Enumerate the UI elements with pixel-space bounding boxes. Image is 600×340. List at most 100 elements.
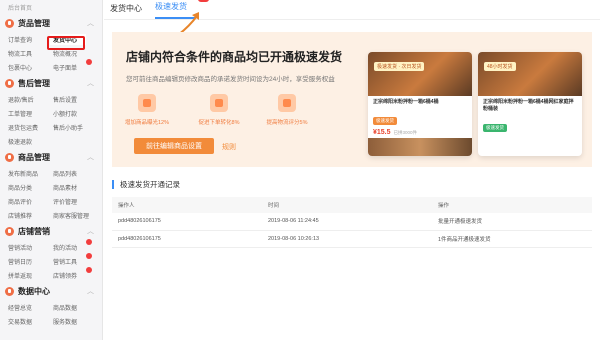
table-row: pdd48026106175 2019-08-06 11:24:45 批量开通极… — [112, 213, 592, 231]
app-root: 后台首页 货品管理 ︿ 订单查询 发货中心 物流工具 物流概况 包裹中心 电子面单 售后… — [0, 0, 600, 340]
notification-dot — [86, 266, 92, 273]
sidebar-item-product-data[interactable]: 商品数据 — [53, 303, 98, 312]
records-table: 操作人 时间 操作 pdd48026106175 2019-08-06 11:2… — [112, 197, 592, 248]
chevron-up-icon: ︿ — [87, 228, 94, 235]
tab-shipping-center[interactable]: 发货中心 — [110, 3, 150, 19]
cell-time: 2019-08-06 10:26:13 — [262, 230, 432, 248]
sidebar-section-title: 数据中心 — [18, 286, 50, 296]
sidebar: 后台首页 货品管理 ︿ 订单查询 发货中心 物流工具 物流概况 包裹中心 电子面单 售后… — [0, 0, 103, 340]
cell-action: 1件商品开通极速发货 — [432, 230, 592, 248]
product-title: 正宗绵阳米粉拌粉一箱6桶4桶 — [373, 99, 439, 105]
truck-icon — [210, 94, 228, 112]
sold-count: 已拼3000件 — [393, 130, 418, 135]
price-value: ¥15.5 — [373, 129, 391, 136]
column-header-time: 时间 — [262, 197, 432, 213]
sidebar-item-review-management[interactable]: 评价管理 — [53, 197, 98, 206]
product-icon — [5, 152, 14, 162]
sidebar-item-refund[interactable]: 退款/售后 — [8, 95, 53, 104]
sidebar-section-title: 货品管理 — [18, 18, 50, 28]
sidebar-item-service-data[interactable]: 服务数据 — [53, 317, 98, 326]
sidebar-item-fast-refund[interactable]: 极速退款 — [8, 137, 53, 146]
notification-dot — [86, 58, 92, 65]
sidebar-item-my-activities[interactable]: 我的活动 — [53, 238, 98, 252]
sidebar-item-product-reviews[interactable]: 商品评价 — [8, 197, 53, 206]
sidebar-item-product-category[interactable]: 商品分类 — [8, 183, 53, 192]
thumbs-up-icon — [138, 94, 156, 112]
sidebar-item-cashback[interactable]: 拼单返现 — [8, 271, 53, 280]
chevron-up-icon: ︿ — [87, 154, 94, 161]
sidebar-item-marketing-tools[interactable]: 营销工具 — [53, 252, 98, 266]
box-icon — [5, 18, 14, 28]
records-title: 极速发货开通记录 — [112, 180, 180, 189]
sidebar-item-return-freight[interactable]: 退货包运费 — [8, 123, 53, 132]
sidebar-item-product-assets[interactable]: 商品素材 — [53, 183, 98, 192]
sidebar-section-title: 店铺营销 — [18, 226, 50, 236]
product-title: 正宗绵阳米粉拌粉一箱6桶4桶网红家庭拌粉桶装 — [483, 99, 574, 112]
rules-link[interactable]: 规则 — [222, 142, 236, 152]
table-row: pdd48026106175 2019-08-06 10:26:13 1件商品开… — [112, 230, 592, 248]
sidebar-item-marketing-calendar[interactable]: 营销日历 — [8, 257, 53, 266]
sidebar-item-shop-coupons[interactable]: 店铺领券 — [53, 266, 98, 280]
edit-product-settings-button[interactable]: 前往编辑商品设置 — [134, 138, 214, 154]
promo-banner: 店铺内符合条件的商品均已开通极速发货 您可前往商品编辑页修改商品的承诺发货时间设… — [112, 32, 592, 167]
notification-dot — [86, 252, 92, 259]
product-image: 极速发货 · 次日发货 — [368, 52, 472, 96]
chart-icon — [5, 286, 14, 296]
shipping-tag: 48小时发货 — [484, 62, 516, 71]
feature-logistics-score: 提高物流评分5% — [258, 94, 316, 126]
megaphone-icon — [5, 226, 14, 236]
sidebar-item-product-list[interactable]: 商品列表 — [53, 169, 98, 178]
product-price: ¥15.5 已拼3000件 — [368, 127, 472, 138]
sidebar-item-new-product[interactable]: 发布新商品 — [8, 169, 53, 178]
sidebar-item-package-center[interactable]: 包裹中心 — [8, 63, 53, 72]
chevron-up-icon: ︿ — [87, 20, 94, 27]
new-badge: new — [197, 0, 209, 2]
sidebar-section-data[interactable]: 数据中心 ︿ — [0, 282, 102, 300]
sidebar-item-shop-recommend[interactable]: 店铺推荐 — [8, 211, 53, 220]
star-icon — [278, 94, 296, 112]
chevron-up-icon: ︿ — [87, 80, 94, 87]
banner-title: 店铺内符合条件的商品均已开通极速发货 — [126, 50, 343, 64]
fast-shipping-badge: 极速发货 — [373, 117, 397, 125]
sidebar-item-customer-service[interactable]: 商家客服管理 — [53, 211, 98, 220]
product-image: 48小时发货 — [478, 52, 582, 96]
sidebar-item-marketing-activities[interactable]: 营销活动 — [8, 243, 53, 252]
feature-conversion: 促进下单转化8% — [190, 94, 248, 126]
cell-operator: pdd48026106175 — [112, 230, 262, 248]
shipping-tag: 极速发货 · 次日发货 — [374, 62, 425, 71]
sidebar-item-tickets[interactable]: 工单管理 — [8, 109, 53, 118]
notification-dot — [86, 238, 92, 245]
chevron-up-icon: ︿ — [87, 288, 94, 295]
banner-subtitle: 您可前往商品编辑页修改商品的承诺发货时间设为24小时，享受服务权益 — [126, 76, 335, 83]
sidebar-section-title: 售后管理 — [18, 78, 50, 88]
feature-label: 提高物流评分5% — [266, 120, 308, 126]
sidebar-item-e-waybill[interactable]: 电子面单 — [53, 58, 98, 72]
cell-action: 批量开通极速发货 — [432, 213, 592, 231]
product-card: 48小时发货 正宗绵阳米粉拌粉一箱6桶4桶网红家庭拌粉桶装 极速发货 — [478, 52, 582, 156]
product-card: 极速发货 · 次日发货 正宗绵阳米粉拌粉一箱6桶4桶 极速发货 ¥15.5 已拼3… — [368, 52, 472, 156]
sidebar-section-aftersale[interactable]: 售后管理 ︿ — [0, 74, 102, 92]
sidebar-home-link[interactable]: 后台首页 — [0, 0, 102, 14]
column-header-action: 操作 — [432, 197, 592, 213]
column-header-operator: 操作人 — [112, 197, 262, 213]
sidebar-item-logistics-tools[interactable]: 物流工具 — [8, 49, 53, 58]
highlight-box — [47, 36, 85, 50]
feature-exposure: 增加商品曝光12% — [118, 94, 176, 126]
sidebar-section-marketing[interactable]: 店铺营销 ︿ — [0, 222, 102, 240]
sidebar-item-small-payment[interactable]: 小额打款 — [53, 109, 98, 118]
cell-operator: pdd48026106175 — [112, 213, 262, 231]
sidebar-section-products[interactable]: 商品管理 ︿ — [0, 148, 102, 166]
feature-label: 促进下单转化8% — [198, 120, 240, 126]
feature-label: 增加商品曝光12% — [124, 120, 169, 126]
sidebar-section-goods[interactable]: 货品管理 ︿ — [0, 14, 102, 32]
product-image-strip — [368, 138, 472, 156]
fast-shipping-badge: 极速发货 — [483, 124, 507, 132]
sidebar-item-trade-data[interactable]: 交易数据 — [8, 317, 53, 326]
refund-icon — [5, 78, 14, 88]
sidebar-item-overview[interactable]: 经营总览 — [8, 303, 53, 312]
main-content: 发货中心 极速发货 new 店铺内符合条件的商品均已开通极速发货 您可前往商品编辑… — [104, 0, 600, 340]
sidebar-item-aftersale-settings[interactable]: 售后设置 — [53, 95, 98, 104]
sidebar-section-title: 商品管理 — [18, 152, 50, 162]
sidebar-item-aftersale-assistant[interactable]: 售后小助手 — [53, 123, 98, 132]
cell-time: 2019-08-06 11:24:45 — [262, 213, 432, 231]
